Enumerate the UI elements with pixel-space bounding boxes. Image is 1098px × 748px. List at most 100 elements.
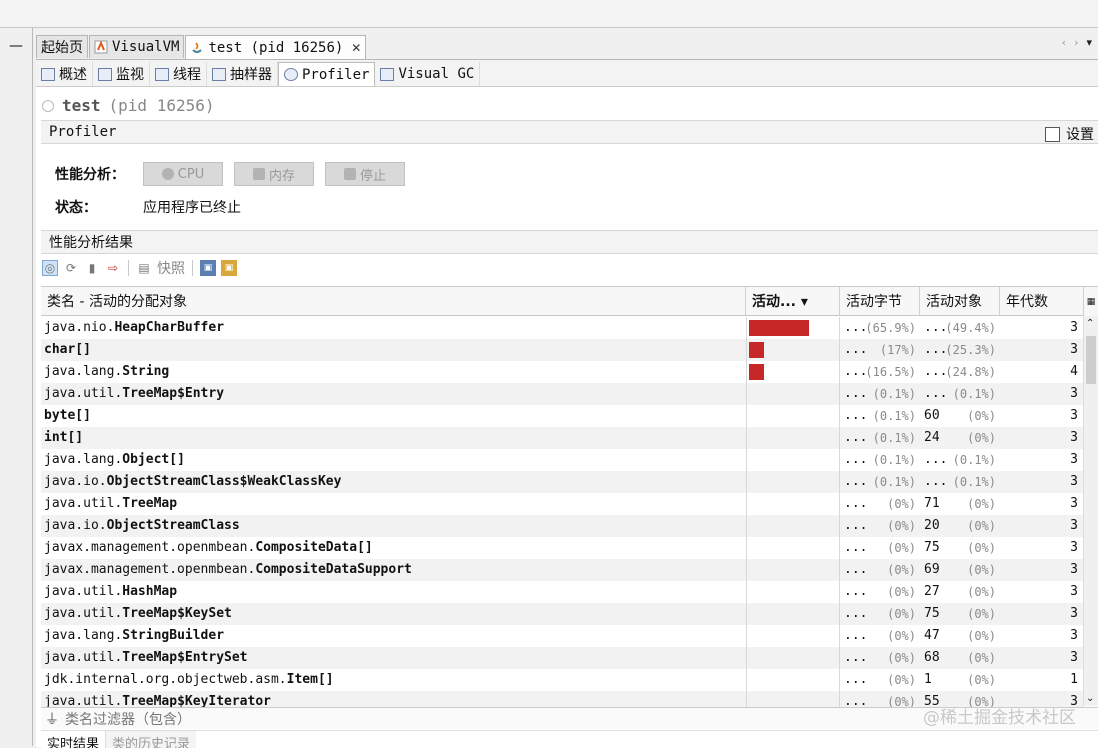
memory-button[interactable]: 内存 — [234, 162, 314, 186]
tab-visualvm[interactable]: VisualVM — [89, 35, 185, 58]
table-row[interactable]: java.lang.String... (16.5%)... (24.8%) 4 — [41, 361, 1084, 383]
settings-toggle[interactable]: 设置 — [1045, 124, 1094, 144]
save-image-icon[interactable]: ▣ — [221, 260, 237, 276]
table-row[interactable]: int[]... (0.1%) 24 (0%) 3 — [41, 427, 1084, 449]
table-row[interactable]: java.util.TreeMap... (0%) 71 (0%) 3 — [41, 493, 1084, 515]
tab-threads[interactable]: 线程 — [150, 62, 207, 86]
generations-cell: 3 — [1070, 628, 1078, 643]
bottom-tabs: 实时结果 类的历史记录 — [41, 730, 1098, 748]
live-bar-cell — [746, 339, 840, 361]
live-bytes-percent: (0%) — [887, 497, 916, 511]
live-bytes-value: ... — [844, 342, 868, 357]
table-row[interactable]: javax.management.openmbean.CompositeData… — [41, 559, 1084, 581]
column-header-live-bytes[interactable]: 活动字节 — [840, 287, 920, 316]
table-row[interactable]: char[]... (17%)... (25.3%) 3 — [41, 339, 1084, 361]
tab-class-history[interactable]: 类的历史记录 — [105, 731, 197, 748]
class-name-cell: java.io.ObjectStreamClass$WeakClassKey — [44, 471, 744, 493]
tab-monitor[interactable]: 监视 — [93, 62, 150, 86]
live-objects-cell: 75 (0%) — [922, 603, 998, 625]
class-name: byte[] — [44, 408, 91, 423]
generations-cell: 3 — [1070, 386, 1078, 401]
column-header-live[interactable]: 活动... ▾ — [746, 287, 840, 316]
tab-sampler[interactable]: 抽样器 — [207, 62, 278, 86]
tab-start-page[interactable]: 起始页 — [36, 35, 88, 58]
class-name: HashMap — [122, 584, 178, 599]
package-name: java.nio. — [44, 320, 115, 335]
export-image-icon[interactable]: ▣ — [200, 260, 216, 276]
class-name: int[] — [44, 430, 84, 445]
scroll-right-icon[interactable]: › — [1074, 36, 1078, 49]
filter-input[interactable]: 类名过滤器（包含） — [65, 709, 191, 729]
scroll-left-icon[interactable]: ‹ — [1062, 36, 1066, 49]
snapshot-icon[interactable]: ▤ — [136, 260, 152, 276]
tab-menu-icon[interactable]: ▾ — [1086, 36, 1092, 49]
package-name: java.util. — [44, 694, 123, 707]
live-bar-cell — [746, 493, 840, 515]
generations-cell: 3 — [1070, 342, 1078, 357]
table-row[interactable]: java.io.ObjectStreamClass... (0%) 20 (0%) 3 — [41, 515, 1084, 537]
table-row[interactable]: java.util.HashMap... (0%) 27 (0%) 3 — [41, 581, 1084, 603]
table-row[interactable]: java.lang.Object[]... (0.1%)... (0.1%) 3 — [41, 449, 1084, 471]
live-bar-cell — [746, 405, 840, 427]
tab-label: VisualVM — [112, 39, 180, 55]
live-objects-percent: (25.3%) — [945, 343, 996, 357]
column-header-live-objects[interactable]: 活动对象 — [920, 287, 1000, 316]
table-row[interactable]: java.util.TreeMap$KeySet... (0%) 75 (0%) 3 — [41, 603, 1084, 625]
live-bytes-value: ... — [844, 650, 868, 665]
settings-checkbox[interactable] — [1045, 126, 1060, 142]
table-row[interactable]: java.io.ObjectStreamClass$WeakClassKey..… — [41, 471, 1084, 493]
live-objects-value: 75 — [924, 540, 940, 555]
button-label: CPU — [177, 166, 205, 182]
live-bar-cell — [746, 559, 840, 581]
minimize-button[interactable]: — — [4, 38, 28, 56]
live-bytes-percent: (0%) — [887, 607, 916, 621]
live-bar-cell — [746, 603, 840, 625]
stop-button[interactable]: 停止 — [325, 162, 405, 186]
scrollbar-thumb[interactable] — [1086, 336, 1096, 384]
tab-live-results[interactable]: 实时结果 — [41, 731, 105, 748]
generations-cell: 3 — [1070, 518, 1078, 533]
refresh-icon[interactable]: ⟳ — [63, 260, 79, 276]
table-row[interactable]: jdk.internal.org.objectweb.asm.Item[]...… — [41, 669, 1084, 691]
class-name-cell: char[] — [44, 339, 744, 361]
column-chooser-icon[interactable]: ▦ — [1084, 287, 1098, 317]
table-row[interactable]: java.util.TreeMap$Entry... (0.1%)... (0.1%… — [41, 383, 1084, 405]
live-objects-percent: (0%) — [967, 519, 996, 533]
generations-cell: 3 — [1070, 452, 1078, 467]
tab-test-process[interactable]: test (pid 16256) ✕ — [185, 35, 367, 59]
section-title: 性能分析结果 — [49, 235, 133, 251]
cpu-button[interactable]: CPU — [143, 162, 223, 186]
scroll-up-icon[interactable]: ⌃ — [1086, 318, 1094, 329]
snapshot-label[interactable]: 快照 — [157, 258, 185, 278]
live-bytes-value: ... — [844, 540, 868, 555]
live-results-icon[interactable]: ◎ — [42, 260, 58, 276]
tab-label: Visual GC — [398, 66, 475, 82]
table-row[interactable]: javax.management.openmbean.CompositeData… — [41, 537, 1084, 559]
live-bar-cell — [746, 427, 840, 449]
table-row[interactable]: java.util.TreeMap$EntrySet... (0%) 68 (0%) 3 — [41, 647, 1084, 669]
table-row[interactable]: byte[]... (0.1%) 60 (0%) 3 — [41, 405, 1084, 427]
table-row[interactable]: java.lang.StringBuilder... (0%) 47 (0%) 3 — [41, 625, 1084, 647]
column-header-generations[interactable]: 年代数 — [1000, 287, 1084, 316]
app-pid: (pid 16256) — [108, 96, 215, 115]
live-bar-cell — [746, 537, 840, 559]
trash-icon[interactable]: ▮ — [84, 260, 100, 276]
live-bytes-cell: ... (0.1%) — [842, 383, 918, 405]
vertical-scrollbar[interactable]: ⌃ ⌄ — [1083, 316, 1098, 706]
tab-navigation: ‹ › ▾ — [1062, 36, 1092, 49]
tab-overview[interactable]: 概述 — [36, 62, 93, 86]
column-header-class-name[interactable]: 类名 - 活动的分配对象 — [41, 287, 746, 316]
filter-icon: ⏚ — [45, 711, 59, 728]
scroll-down-icon[interactable]: ⌄ — [1086, 693, 1094, 704]
live-objects-value: 69 — [924, 562, 940, 577]
tab-label: test (pid 16256) — [208, 39, 344, 56]
tab-visual-gc[interactable]: Visual GC — [375, 62, 481, 86]
dump-icon[interactable]: ⇨ — [105, 260, 121, 276]
generations-cell: 3 — [1070, 474, 1078, 489]
close-icon[interactable]: ✕ — [351, 41, 361, 55]
table-row[interactable]: java.nio.HeapCharBuffer... (65.9%)... (49.… — [41, 317, 1084, 339]
live-objects-cell: 71 (0%) — [922, 493, 998, 515]
generations-cell: 3 — [1070, 540, 1078, 555]
live-bytes-percent: (0%) — [887, 519, 916, 533]
tab-profiler[interactable]: Profiler — [278, 62, 376, 86]
